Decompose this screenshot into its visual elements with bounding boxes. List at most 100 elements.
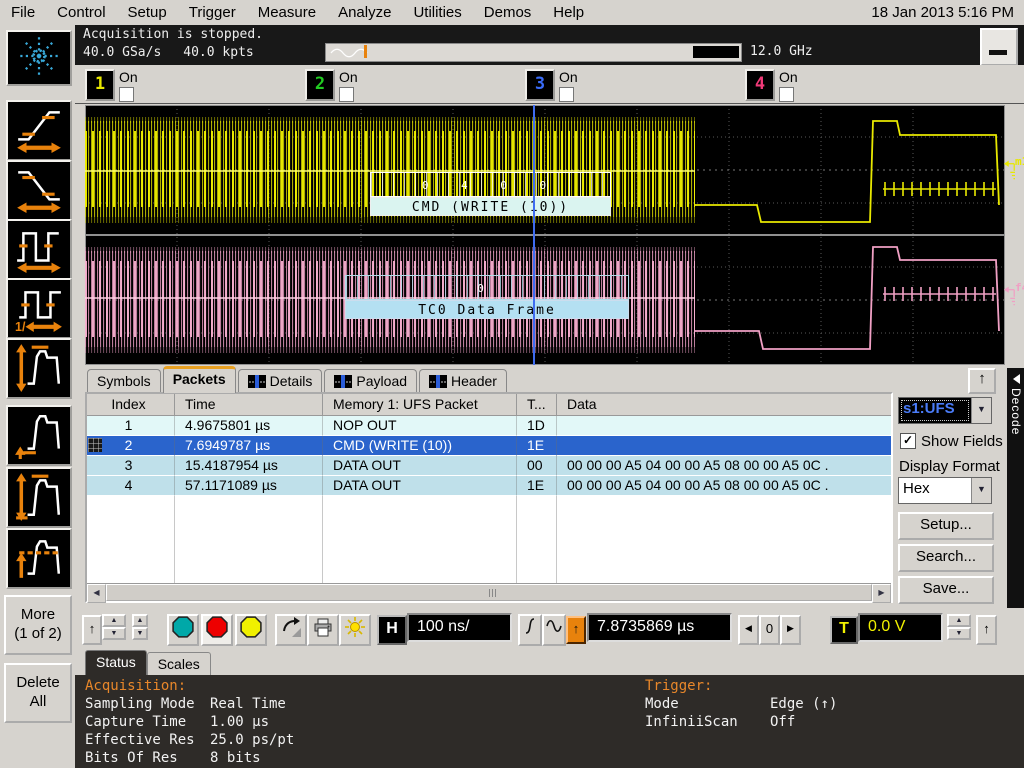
tab-details[interactable]: Details [238,369,323,393]
channel-3-button[interactable]: 3 [525,69,555,101]
more-button[interactable]: More (1 of 2) [4,595,72,655]
tab-header[interactable]: Header [419,369,507,393]
table-cell[interactable]: 00 [517,456,557,476]
measure-maximum-button[interactable] [6,338,72,399]
menu-item-utilities[interactable]: Utilities [402,2,472,23]
zoom-normal-button[interactable] [518,614,542,646]
run-button[interactable] [167,614,199,646]
delay-right-button[interactable]: ▶ [780,615,801,645]
measure-period-button[interactable] [6,219,72,280]
menu-item-file[interactable]: File [0,2,46,23]
measure-rise-time-button[interactable] [6,100,72,161]
save-button[interactable]: Save... [898,576,994,604]
table-cell-selected[interactable]: 1E [517,436,557,456]
menu-item-measure[interactable]: Measure [247,2,327,23]
chevron-down-icon[interactable]: ▼ [971,478,991,503]
table-cell[interactable]: 1D [517,416,557,436]
table-cell[interactable]: 1 [87,416,175,436]
spin-down-button[interactable]: ▼ [102,627,126,640]
table-cell-selected[interactable] [557,436,891,456]
bandwidth-slider[interactable] [325,43,742,62]
column-header-packet[interactable]: Memory 1: UFS Packet [323,394,517,416]
spin-up-button[interactable]: ▲ [947,614,971,627]
tab-status[interactable]: Status [85,650,147,675]
marker-m1[interactable]: m1 [1004,155,1024,185]
tab-packets[interactable]: Packets [163,366,236,393]
tab-payload[interactable]: Payload [324,369,417,393]
brightness-button[interactable] [339,614,371,646]
menu-item-setup[interactable]: Setup [117,2,178,23]
measure-fall-time-button[interactable] [6,160,72,221]
table-cell[interactable]: 3 [87,456,175,476]
column-header-t[interactable]: T... [517,394,557,416]
table-cell-selected[interactable]: 7.6949787 µs [175,436,323,456]
menu-item-control[interactable]: Control [46,2,116,23]
display-format-select[interactable]: Hex ▼ [898,477,992,504]
channel-3-checkbox[interactable] [559,87,574,102]
menu-item-help[interactable]: Help [542,2,595,23]
timebase-display[interactable]: 100 ns/ [407,613,512,642]
scroll-thumb[interactable] [106,584,872,601]
tab-scales[interactable]: Scales [147,652,211,675]
decode-side-tab[interactable]: Decode [1007,368,1024,608]
waveform-display[interactable]: 0 4 0 0 CMD (WRITE (10)) 0 TC0 Data Fram… [85,105,1005,365]
time-cursor-line[interactable] [533,105,535,365]
table-cell[interactable]: DATA OUT [323,476,517,496]
pan-up-button[interactable]: ↑ [82,615,102,645]
channel-4-button[interactable]: 4 [745,69,775,101]
delay-left-button[interactable]: ◀ [738,615,759,645]
table-cell[interactable]: DATA OUT [323,456,517,476]
spin-up-button[interactable]: ▲ [102,614,126,627]
chevron-down-icon[interactable]: ▼ [971,398,991,423]
menu-item-analyze[interactable]: Analyze [327,2,402,23]
table-cell[interactable] [557,416,891,436]
channel-1-checkbox[interactable] [119,87,134,102]
scroll-left-button[interactable]: ◀ [87,584,106,603]
table-cell[interactable]: 00 00 00 A5 04 00 00 A5 08 00 00 A5 0C . [557,476,891,496]
trigger-badge[interactable]: T [830,616,858,644]
menu-item-trigger[interactable]: Trigger [178,2,247,23]
column-header-time[interactable]: Time [175,394,323,416]
spin-up-button[interactable]: ▲ [132,614,148,627]
print-button[interactable] [307,614,339,646]
table-cell-selected[interactable]: 2 [87,436,175,456]
measure-average-button[interactable] [6,528,72,589]
channel-2-checkbox[interactable] [339,87,354,102]
scroll-right-button[interactable]: ▶ [872,584,891,603]
measure-frequency-button[interactable]: 1/ [6,278,72,339]
table-cell[interactable]: 00 00 00 A5 04 00 00 A5 08 00 00 A5 0C . [557,456,891,476]
search-button[interactable]: Search... [898,544,994,572]
table-cell[interactable]: NOP OUT [323,416,517,436]
setup-button[interactable]: Setup... [898,512,994,540]
spin-down-button[interactable]: ▼ [947,627,971,640]
show-fields-checkbox[interactable]: ✓ [900,433,916,449]
panel-scroll-up-button[interactable]: ↑ [968,368,996,394]
menu-item-demos[interactable]: Demos [473,2,543,23]
export-button[interactable] [275,614,307,646]
minimize-button[interactable] [980,28,1018,66]
stop-button[interactable] [201,614,233,646]
slider-cursor[interactable] [364,45,367,58]
single-button[interactable] [235,614,267,646]
zoom-sine-button[interactable] [542,614,566,646]
channel-1-button[interactable]: 1 [85,69,115,101]
delete-all-button[interactable]: Delete All [4,663,72,723]
measure-peak-peak-button[interactable] [6,467,72,528]
spin-down-button[interactable]: ▼ [132,627,148,640]
table-cell[interactable]: 4 [87,476,175,496]
horizontal-scrollbar[interactable]: ◀ ▶ [87,583,891,601]
table-cell[interactable]: 57.1171089 µs [175,476,323,496]
decode-source-select[interactable]: s1:UFS ▼ [898,397,992,424]
table-cell[interactable]: 1E [517,476,557,496]
tab-symbols[interactable]: Symbols [87,369,161,393]
channel-4-checkbox[interactable] [779,87,794,102]
channel-2-button[interactable]: 2 [305,69,335,101]
measure-minimum-button[interactable] [6,405,72,466]
table-cell[interactable]: 15.4187954 µs [175,456,323,476]
column-header-data[interactable]: Data [557,394,891,416]
table-cell[interactable]: 4.9675801 µs [175,416,323,436]
delay-display[interactable]: 7.8735869 µs [587,613,732,642]
marker-f4[interactable]: f4 [1004,281,1024,311]
table-cell-selected[interactable]: CMD (WRITE (10)) [323,436,517,456]
trigger-level-display[interactable]: 0.0 V [858,613,943,642]
